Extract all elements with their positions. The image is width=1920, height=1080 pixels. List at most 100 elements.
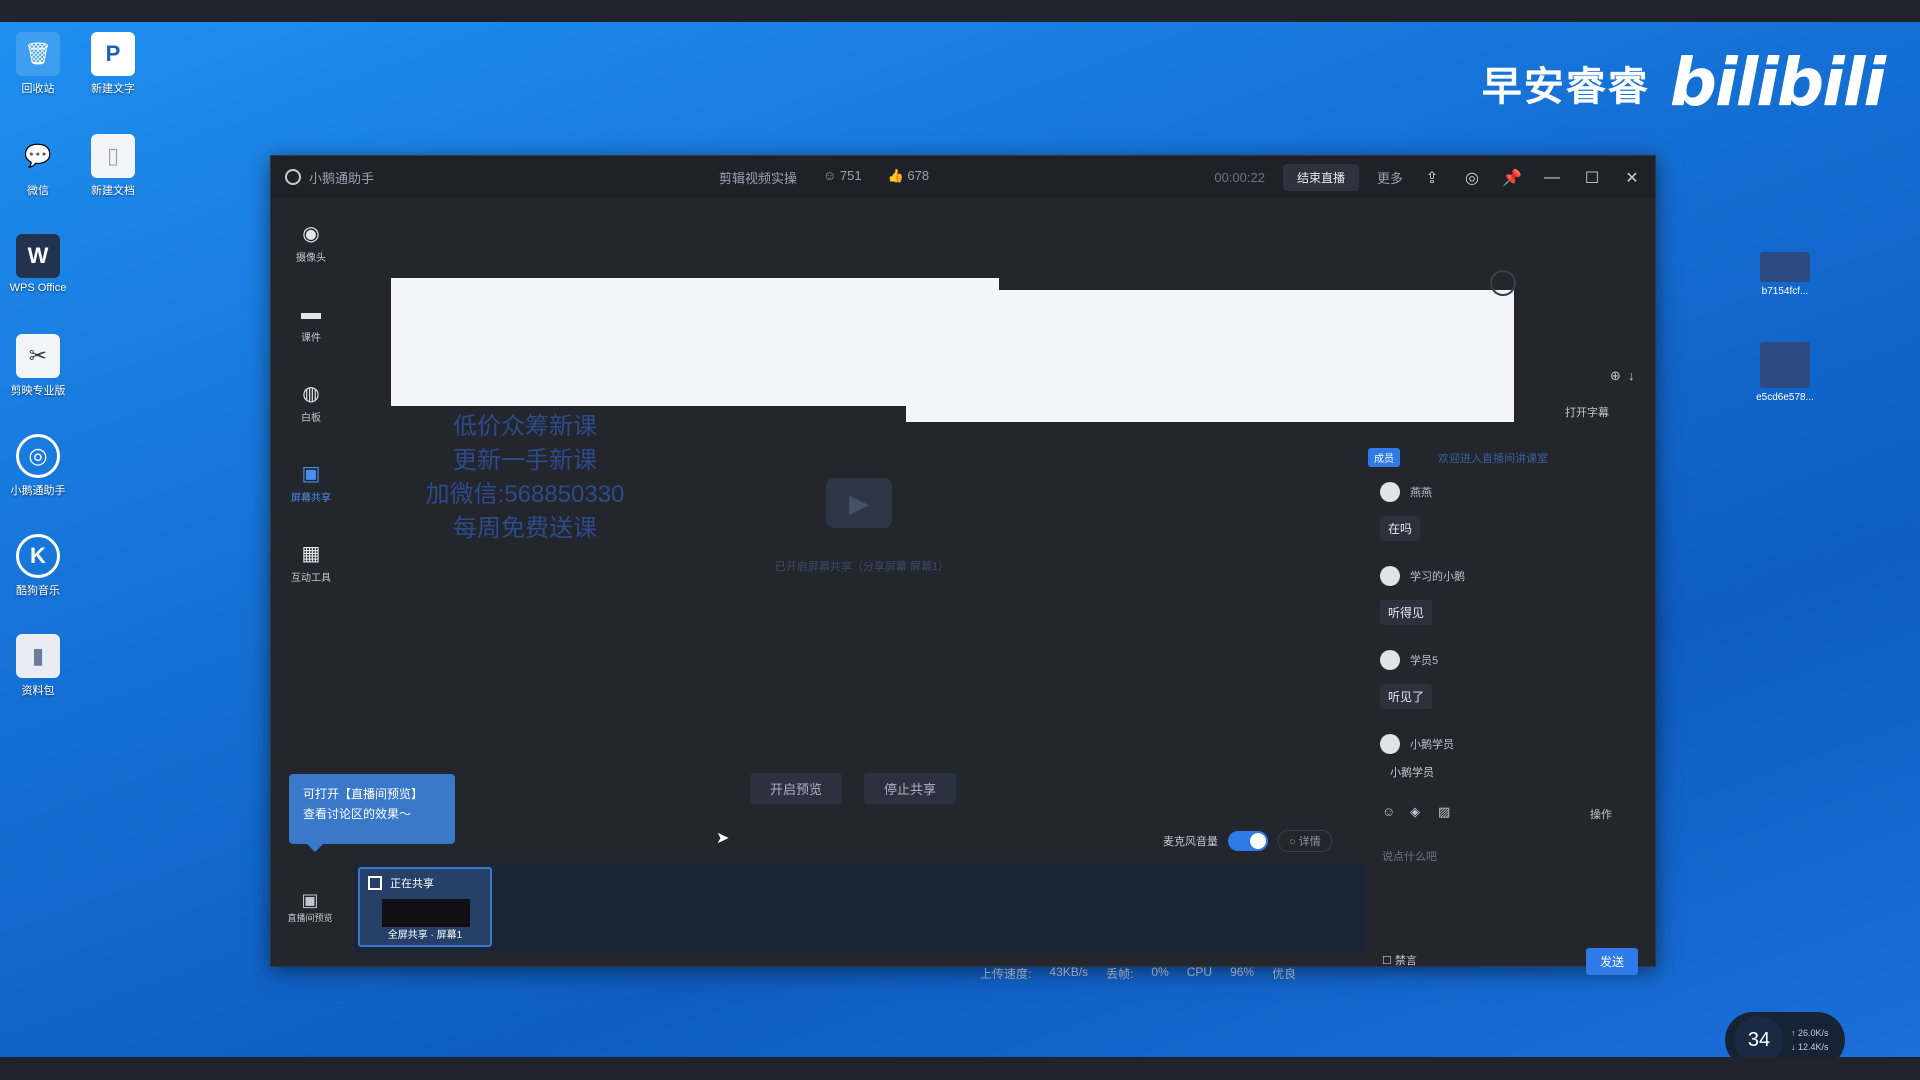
watermark: 早安睿睿 bilibili [1481, 44, 1886, 121]
sidebar-item-screen-share[interactable]: ▣ 屏幕共享 [271, 460, 351, 505]
chat-bubble: 听见了 [1380, 684, 1433, 709]
share-card-caption: 全屏共享 · 屏幕1 [387, 930, 463, 941]
wps-doc-icon[interactable]: P 新建文字 [78, 32, 148, 96]
memory-percent: 34 [1735, 1016, 1783, 1057]
preview-hint-tooltip: 可打开【直播间预览】 查看讨论区的效果～ [289, 774, 455, 852]
bilibili-logo: bilibili [1669, 44, 1886, 121]
viewer-count: ☺ 751 [823, 168, 862, 187]
wps-office-label: WPS Office [9, 282, 67, 294]
title-bar: 小鹅通助手 剪辑视频实操 ☺ 751 👍 678 00:00:22 结束直播 更… [271, 156, 1655, 198]
live-preview-tool[interactable]: ▣ 直播间预览 [280, 890, 340, 924]
quality-value: 优良 [1272, 967, 1297, 981]
gift-icon[interactable]: ◈ [1410, 804, 1420, 820]
desktop-file-2[interactable]: e5cd6e578... [1745, 342, 1825, 403]
chat-username: 燕燕 [1410, 487, 1432, 499]
mouse-cursor-icon: ➤ [716, 830, 730, 847]
desktop-file-1[interactable]: b7154fcf... [1745, 252, 1825, 297]
status-bar: 上传速度: 43KB/s 丢帧: 0% CPU 96% 优良 [980, 965, 1296, 982]
download-icon[interactable]: ↓ [1628, 368, 1635, 383]
screen-share-card[interactable]: 正在共享 全屏共享 · 屏幕1 [358, 867, 492, 947]
sidebar-item-courseware[interactable]: ▬ 课件 [271, 300, 351, 345]
jianying-label: 剪映专业版 [10, 385, 66, 397]
promo-overlay: 低价众筹新课 更新一手新课 加微信:568850330 每周免费送课 [400, 410, 650, 546]
settings-icon[interactable]: ◎ [1461, 167, 1483, 189]
send-button[interactable]: 发送 [1586, 948, 1639, 975]
minimize-icon[interactable]: — [1541, 167, 1563, 189]
chat-username: 小鹅学员 [1410, 739, 1454, 751]
avatar-placeholder-icon [1490, 270, 1516, 296]
xiaoetong-icon[interactable]: ◎ 小鹅通助手 [3, 434, 73, 498]
source-strip [354, 863, 1366, 953]
sidebar-item-label: 屏幕共享 [291, 493, 331, 504]
app-logo: 小鹅通助手 [285, 168, 374, 187]
like-icon: 👍 [887, 168, 908, 183]
chat-message: 燕燕 [1380, 482, 1432, 502]
drop-value: 0% [1151, 965, 1169, 979]
member-badge: 成员 [1368, 448, 1400, 467]
live-preview-label: 直播间预览 [287, 913, 333, 923]
cpu-value: 96% [1230, 965, 1255, 979]
subtitle-label[interactable]: 打开字幕 [1565, 404, 1609, 420]
network-monitor[interactable]: 34 ↑ 26.0K/s ↓ 12.4K/s [1725, 1012, 1845, 1057]
recycle-bin-icon[interactable]: 🗑 回收站 [3, 32, 73, 96]
archive-icon[interactable]: ▮ 资料包 [3, 634, 73, 698]
share-card-icon [368, 876, 382, 890]
wechat-label: 微信 [27, 185, 49, 197]
file-thumb-icon [1760, 252, 1810, 282]
avatar [1380, 650, 1400, 670]
chat-input[interactable]: 说点什么吧 [1382, 848, 1437, 864]
sidebar-item-whiteboard[interactable]: ◍ 白板 [271, 380, 351, 425]
wps-office-icon[interactable]: W WPS Office [3, 234, 73, 294]
detail-button[interactable]: ○ 详情 [1278, 830, 1332, 852]
sidebar-item-label: 白板 [301, 413, 321, 424]
upload-label: 上传速度: [980, 967, 1032, 981]
stop-share-button[interactable]: 停止共享 [864, 773, 957, 804]
toolbox-icon: ▦ [301, 542, 321, 565]
archive-label: 资料包 [21, 685, 55, 697]
jianying-icon[interactable]: ✂ 剪映专业版 [3, 334, 73, 398]
more-menu[interactable]: 更多 [1377, 168, 1403, 187]
xiaoetong-glyph: ◎ [16, 434, 60, 478]
course-title: 剪辑视频实操 [719, 171, 798, 186]
mic-audio-label: 麦克风音量 [1163, 836, 1218, 848]
mute-checkbox[interactable]: ☐ 禁言 [1382, 952, 1417, 968]
screen-share-status: 已开启屏幕共享（分享屏幕 屏幕1） [774, 561, 950, 573]
hint-line: 查看讨论区的效果～ [303, 807, 412, 821]
screen-share-placeholder-icon: ▶ [826, 478, 892, 528]
sidebar-item-label: 课件 [301, 333, 321, 344]
wechat-icon[interactable]: 💬 微信 [3, 134, 73, 198]
close-icon[interactable]: ✕ [1621, 167, 1643, 189]
image-icon[interactable]: ▨ [1438, 804, 1450, 820]
text-file-icon[interactable]: ▯ 新建文档 [78, 134, 148, 198]
pinned-line: 欢迎进入直播间讲课室 [1438, 453, 1548, 465]
share-icon[interactable]: ⇪ [1421, 167, 1443, 189]
live-info: 剪辑视频实操 ☺ 751 👍 678 [719, 168, 929, 187]
kugou-icon[interactable]: K 酷狗音乐 [3, 534, 73, 598]
end-live-button[interactable]: 结束直播 [1282, 164, 1359, 191]
chat-username: 学员5 [1410, 655, 1439, 667]
app-logo-icon [285, 169, 301, 185]
sidebar-item-tools[interactable]: ▦ 互动工具 [271, 540, 351, 585]
top-black-bar [0, 0, 1920, 22]
wps-doc-label: 新建文字 [91, 83, 135, 95]
start-preview-button[interactable]: 开启预览 [750, 773, 843, 804]
emoji-icon[interactable]: ☺ [1382, 804, 1395, 819]
chat-message: 学员5 [1380, 650, 1438, 670]
pin-icon[interactable]: 📌 [1501, 167, 1523, 189]
viewer-icon: ☺ [823, 168, 840, 183]
ops-label[interactable]: 操作 [1590, 806, 1612, 822]
maximize-icon[interactable]: ☐ [1581, 167, 1603, 189]
kugou-label: 酷狗音乐 [16, 585, 60, 597]
camera-icon: ◉ [302, 222, 320, 245]
mic-icon[interactable]: ⊕ [1610, 368, 1621, 384]
watermark-cn: 早安睿睿 [1481, 63, 1650, 110]
palette-icon: ◍ [302, 382, 320, 405]
viewer-count-value: 751 [839, 168, 862, 183]
sidebar-item-camera[interactable]: ◉ 摄像头 [271, 220, 351, 265]
chat-panel: 打开字幕 ⊕ ↓ 欢迎进入直播间讲课室 燕燕 在吗 学习的小鹅 听得见 学员5 … [1360, 270, 1650, 967]
sidebar-item-label: 摄像头 [296, 253, 326, 264]
tool-sidebar: ◉ 摄像头 ▬ 课件 ◍ 白板 ▣ 屏幕共享 ▦ 互动工具 [271, 198, 351, 968]
audio-toggle[interactable] [1228, 831, 1268, 851]
kugou-glyph: K [16, 534, 60, 578]
chat-subline: 小鹅学员 [1390, 767, 1434, 779]
